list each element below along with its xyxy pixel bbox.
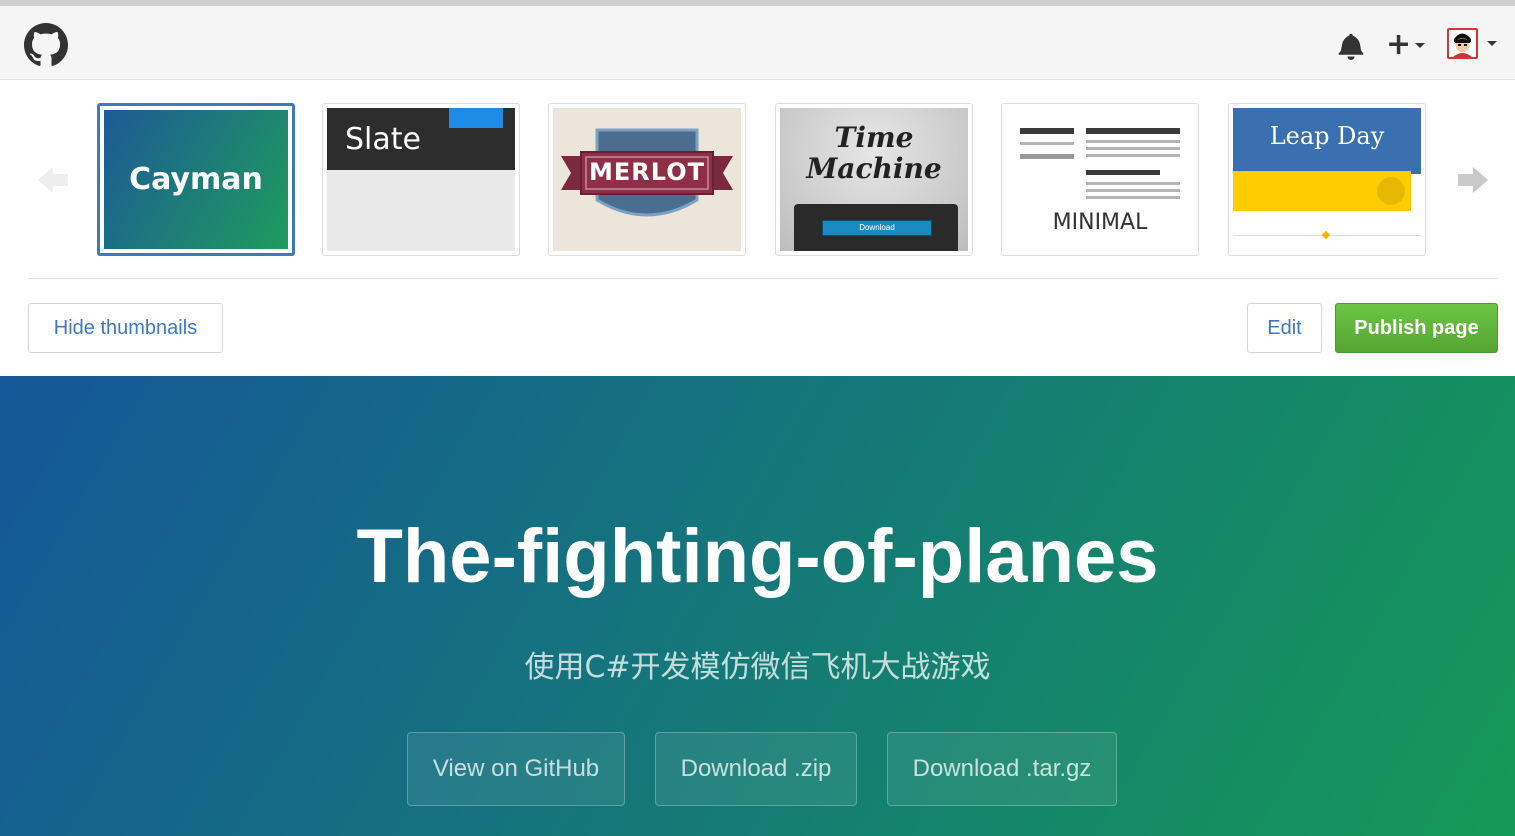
minimal-line: [1086, 154, 1180, 157]
minimal-line: [1086, 170, 1160, 175]
arrow-right-icon[interactable]: [1456, 163, 1490, 197]
theme-name-line1: Time: [834, 121, 914, 154]
theme-thumbnail-time-machine[interactable]: Time Machine Download: [775, 103, 973, 256]
slate-accent-block: [449, 108, 503, 128]
theme-thumbnail-cayman[interactable]: Cayman: [97, 103, 295, 256]
minimal-line: [1020, 142, 1074, 145]
arrow-left-icon[interactable]: [36, 163, 70, 197]
user-menu-dropdown[interactable]: [1447, 26, 1502, 60]
project-tagline: 使用C#开发模仿微信飞机大战游戏: [524, 650, 991, 685]
avatar: [1447, 27, 1478, 59]
chevron-down-icon: [1415, 42, 1426, 48]
theme-name: Leap Day: [1269, 122, 1385, 150]
page-header-hero: The-fighting-of-planes 使用C#开发模仿微信飞机大战游戏 …: [0, 376, 1515, 836]
github-octocat-icon[interactable]: [24, 23, 68, 67]
theme-name: Slate: [345, 122, 421, 157]
theme-thumbnail-slate[interactable]: Slate: [322, 103, 520, 256]
theme-name-line2: Machine: [806, 152, 942, 185]
time-machine-download: Download: [822, 220, 932, 236]
publish-page-button[interactable]: Publish page: [1335, 303, 1498, 353]
chevron-down-icon: [1487, 40, 1497, 46]
minimal-line: [1020, 154, 1074, 159]
theme-thumbnail-merlot[interactable]: MERLOT: [548, 103, 746, 256]
minimal-line: [1086, 128, 1180, 134]
minimal-line: [1020, 128, 1074, 134]
new-menu-dropdown[interactable]: +: [1386, 30, 1428, 60]
minimal-line: [1086, 147, 1180, 150]
project-title: The-fighting-of-planes: [356, 514, 1159, 599]
divider: [28, 278, 1498, 279]
view-on-github-button[interactable]: View on GitHub: [407, 732, 625, 806]
edit-button[interactable]: Edit: [1247, 303, 1322, 353]
theme-name: MERLOT: [589, 158, 705, 186]
minimal-line: [1086, 182, 1180, 185]
avatar-image: [1449, 29, 1476, 57]
hide-thumbnails-button[interactable]: Hide thumbnails: [28, 303, 223, 353]
theme-name: Cayman: [129, 162, 263, 197]
diamond-icon: [1321, 230, 1331, 240]
download-tar-gz-button[interactable]: Download .tar.gz: [887, 732, 1117, 806]
github-header: +: [0, 6, 1515, 80]
minimal-line: [1086, 189, 1180, 192]
theme-thumbnail-leap-day[interactable]: Leap Day: [1228, 103, 1426, 256]
theme-thumbnail-minimal[interactable]: MINIMAL: [1001, 103, 1199, 256]
theme-name: Time Machine: [780, 122, 968, 184]
minimal-line: [1086, 140, 1180, 143]
plus-icon: +: [1386, 27, 1412, 62]
download-zip-button[interactable]: Download .zip: [655, 732, 857, 806]
theme-chooser: Cayman Slate MERLOT Time Machine Downloa…: [0, 81, 1515, 376]
github-octocat-icon: [1377, 177, 1405, 205]
minimal-line: [1086, 196, 1180, 199]
theme-name: MINIMAL: [1052, 210, 1148, 235]
bell-icon[interactable]: [1338, 32, 1364, 60]
